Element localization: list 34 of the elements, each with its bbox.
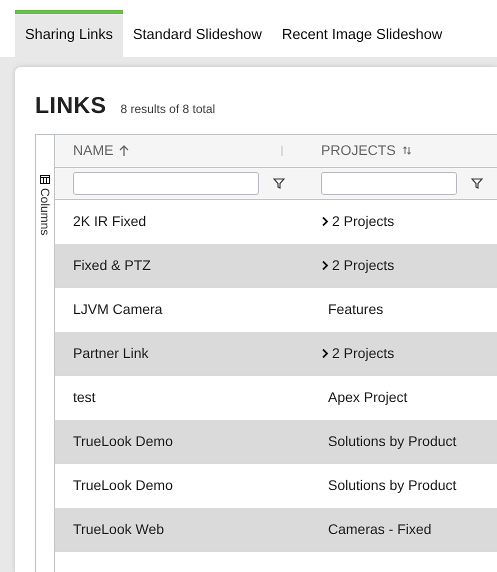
table-cell-text: TrueLook Demo — [72, 432, 174, 452]
tab[interactable]: Sharing Links — [15, 10, 123, 57]
table-cell-text: TrueLook Demo — [72, 476, 174, 496]
column-header[interactable]: PROJECTS — [321, 140, 396, 162]
expand-chevron-icon[interactable] — [321, 348, 329, 360]
filter-field[interactable] — [321, 172, 457, 195]
filter-field[interactable] — [73, 172, 259, 195]
expand-chevron-icon[interactable] — [321, 216, 329, 228]
table-cell-text: Fixed & PTZ — [72, 256, 152, 276]
expand-chevron-icon[interactable] — [321, 260, 329, 272]
table-cell-text: Solutions by Product — [327, 476, 458, 496]
table-cell-text: 2 Projects — [332, 344, 394, 364]
filter-icon[interactable] — [471, 178, 483, 189]
column-header[interactable]: NAME — [73, 140, 114, 162]
tab[interactable]: Recent Image Slideshow — [272, 10, 452, 57]
result-count: 8 results of 8 total — [120, 101, 216, 118]
filter-icon[interactable] — [273, 178, 285, 189]
sort-ascending-icon[interactable] — [119, 144, 130, 157]
columns-icon — [40, 174, 50, 184]
table-cell-text: Features — [327, 300, 384, 320]
columns-label: Columns — [37, 188, 53, 235]
table-cell-text: Cameras - Fixed — [327, 520, 432, 540]
table-cell-text: Partner Link — [72, 344, 150, 364]
page-title: LINKS — [35, 92, 106, 120]
table-cell-text: test — [72, 388, 97, 408]
table-cell-text: 2 Projects — [332, 256, 394, 276]
table-cell-text: TrueLook Web — [72, 520, 166, 540]
table-cell-text: Apex Project — [327, 388, 408, 408]
sort-icon[interactable] — [402, 145, 412, 156]
tab[interactable]: Standard Slideshow — [122, 10, 272, 57]
table-cell-text: 2 Projects — [332, 212, 394, 232]
table-cell-text: 2K IR Fixed — [72, 212, 148, 232]
table-cell-text: LJVM Camera — [72, 300, 164, 320]
table-cell-text: Solutions by Product — [327, 432, 458, 452]
